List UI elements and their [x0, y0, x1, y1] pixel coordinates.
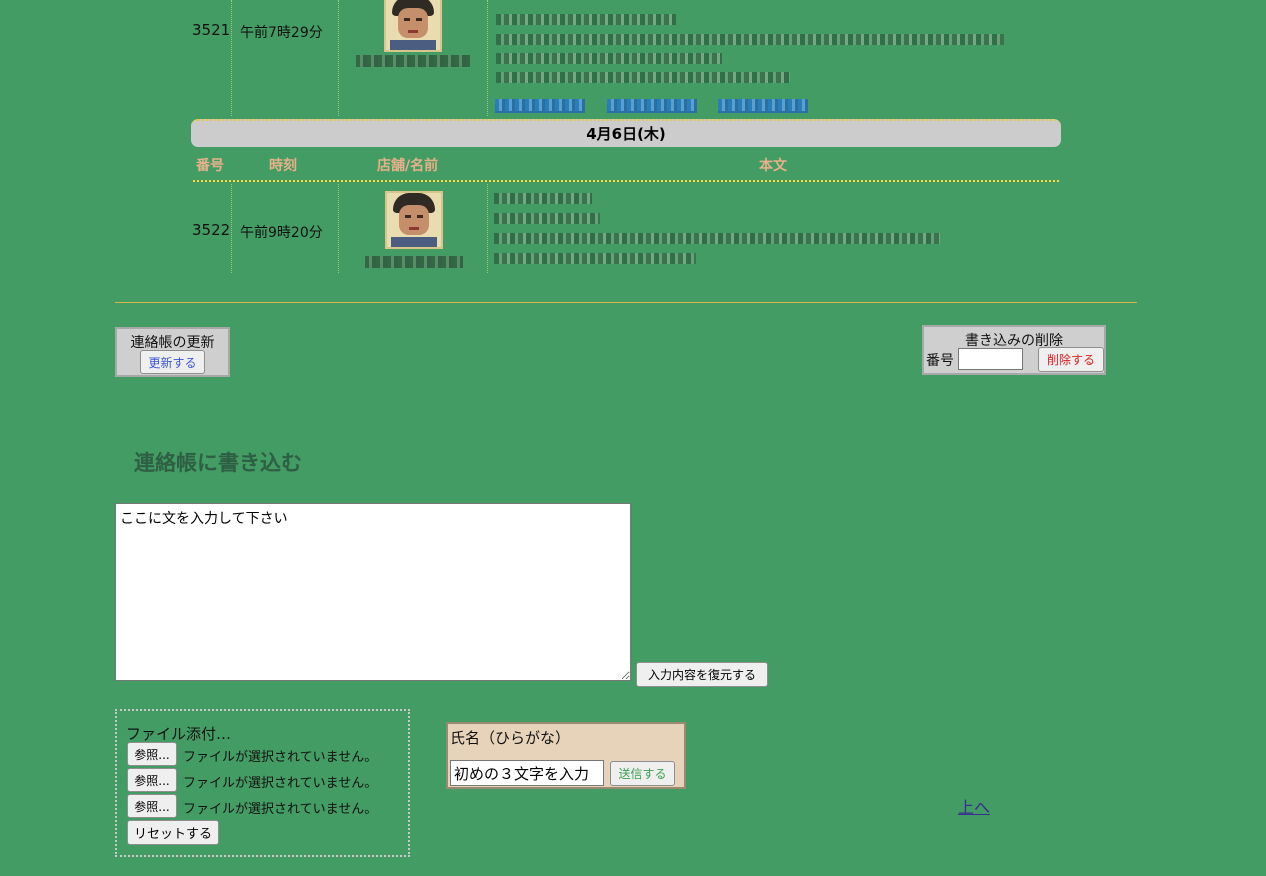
- back-to-top-link[interactable]: 上へ: [958, 794, 990, 818]
- redacted-message-text: [494, 193, 592, 204]
- delete-panel: 書き込みの削除 番号 削除する: [922, 325, 1106, 375]
- file-status: ファイルが選択されていません。: [183, 776, 378, 791]
- redacted-author-name: [365, 256, 463, 268]
- redacted-message-text: [494, 233, 940, 244]
- update-panel-title: 連絡帳の更新: [130, 335, 215, 351]
- column-divider: [338, 184, 339, 273]
- redacted-message-text: [494, 253, 696, 264]
- redacted-message-text: [496, 53, 722, 64]
- message-time: 午前7時29分: [240, 25, 323, 41]
- browse-file-button[interactable]: 参照...: [127, 768, 177, 792]
- browse-file-button[interactable]: 参照...: [127, 742, 177, 766]
- compose-heading: 連絡帳に書き込む: [134, 451, 302, 475]
- delete-number-label: 番号: [926, 353, 954, 369]
- column-header-number: 番号: [196, 158, 224, 174]
- message-number: 3522: [192, 221, 231, 239]
- attachment-title: ファイル添付…: [126, 725, 232, 743]
- submit-panel: 氏名（ひらがな） 送信する: [446, 722, 686, 789]
- browse-file-button[interactable]: 参照...: [127, 794, 177, 818]
- date-header: 4月6日(木): [191, 119, 1061, 147]
- column-divider: [231, 0, 232, 116]
- column-divider: [487, 0, 488, 116]
- message-time: 午前9時20分: [240, 225, 323, 241]
- redacted-message-text: [494, 213, 600, 224]
- restore-input-button[interactable]: 入力内容を復元する: [636, 662, 768, 687]
- column-divider: [487, 184, 488, 273]
- column-divider: [231, 184, 232, 273]
- column-header-time: 時刻: [269, 158, 297, 174]
- reset-attachments-button[interactable]: リセットする: [127, 820, 219, 845]
- update-panel: 連絡帳の更新 更新する: [115, 327, 230, 377]
- redacted-message-text: [496, 14, 676, 25]
- attachment-link[interactable]: [718, 99, 808, 113]
- avatar: [384, 0, 442, 52]
- redacted-message-text: [496, 34, 1004, 45]
- column-header-store-name: 店舗/名前: [377, 158, 439, 174]
- column-divider: [338, 0, 339, 116]
- attachment-link[interactable]: [607, 99, 697, 113]
- message-textarea[interactable]: ここに文を入力して下さい: [115, 503, 631, 681]
- delete-number-input[interactable]: [958, 348, 1023, 370]
- name-input[interactable]: [450, 760, 604, 786]
- delete-button[interactable]: 削除する: [1038, 347, 1104, 372]
- section-divider: [115, 302, 1137, 303]
- header-divider: [193, 180, 1059, 182]
- redacted-author-name: [356, 55, 470, 67]
- file-status: ファイルが選択されていません。: [183, 750, 378, 765]
- update-button[interactable]: 更新する: [140, 350, 205, 374]
- attachment-link[interactable]: [495, 99, 585, 113]
- name-label: 氏名（ひらがな）: [450, 729, 571, 747]
- submit-button[interactable]: 送信する: [610, 761, 675, 786]
- avatar: [385, 191, 443, 249]
- message-number: 3521: [192, 21, 231, 39]
- file-status: ファイルが選択されていません。: [183, 802, 378, 817]
- column-header-body: 本文: [759, 158, 787, 174]
- redacted-message-text: [496, 72, 790, 83]
- file-attachment-panel: ファイル添付… 参照... ファイルが選択されていません。 参照... ファイル…: [115, 709, 410, 857]
